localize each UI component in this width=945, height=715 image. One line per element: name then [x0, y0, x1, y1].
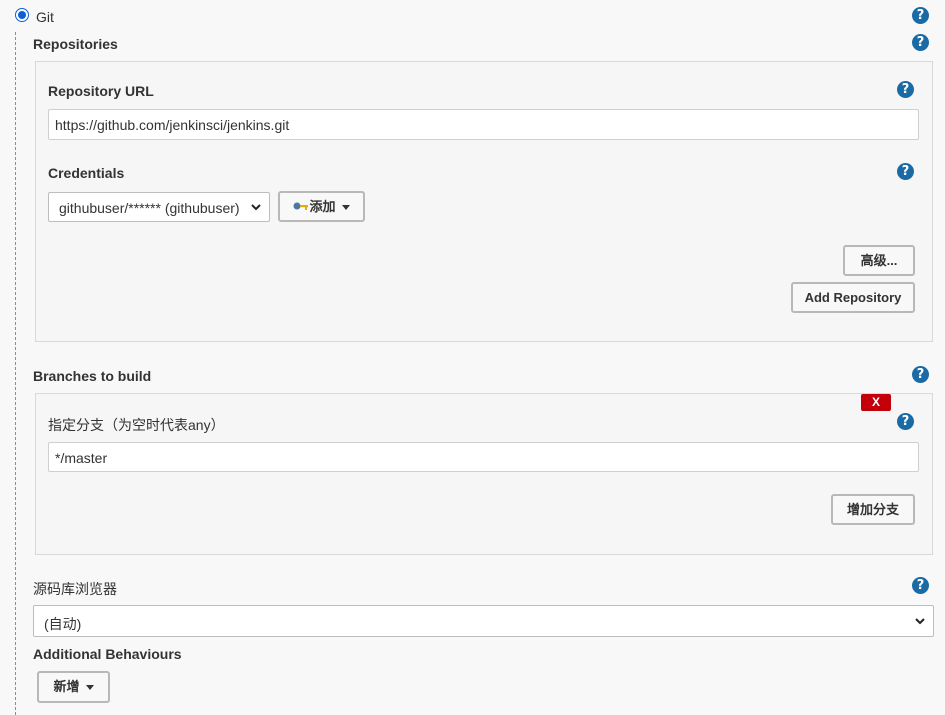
advanced-button[interactable]: 高级... [843, 245, 915, 276]
delete-branch-button[interactable]: X [861, 394, 891, 411]
git-radio-dot [18, 11, 26, 19]
help-icon-git[interactable]: ? [912, 7, 929, 24]
help-icon-credentials[interactable]: ? [897, 163, 914, 180]
help-icon-repositories[interactable]: ? [912, 34, 929, 51]
repository-url-value: https://github.com/jenkinsci/jenkins.git [55, 117, 290, 133]
repository-browser-select[interactable]: (自动) [33, 605, 934, 637]
branch-specifier-value: */master [55, 450, 108, 466]
add-repository-button[interactable]: Add Repository [791, 282, 915, 313]
chevron-down-icon [251, 204, 261, 211]
credentials-value: githubuser/****** (githubuser) [59, 200, 240, 216]
help-icon-repository-browser[interactable]: ? [912, 577, 929, 594]
credentials-select[interactable]: githubuser/****** (githubuser) [48, 192, 270, 222]
help-icon-repository-url[interactable]: ? [897, 81, 914, 98]
key-icon [293, 202, 309, 211]
add-behaviour-button[interactable]: 新增 [37, 671, 110, 703]
caret-down-icon [85, 685, 94, 691]
branch-specifier-input[interactable]: */master [48, 442, 919, 472]
credentials-label: Credentials [48, 165, 125, 181]
add-branch-label: 增加分支 [846, 502, 899, 517]
add-credentials-button[interactable]: 添加 [278, 191, 365, 222]
repositories-label: Repositories [33, 36, 118, 52]
git-radio[interactable] [15, 8, 29, 22]
repository-browser-value: (自动) [44, 616, 82, 632]
add-behaviour-label: 新增 [53, 679, 80, 694]
add-branch-button[interactable]: 增加分支 [831, 494, 915, 525]
branch-specifier-label: 指定分支（为空时代表any） [48, 417, 225, 433]
add-credentials-label: 添加 [309, 199, 336, 214]
nested-guide-line [15, 32, 16, 715]
chevron-down-icon [915, 618, 925, 625]
repository-url-input[interactable]: https://github.com/jenkinsci/jenkins.git [48, 109, 919, 140]
advanced-label: 高级... [860, 253, 898, 268]
additional-behaviours-label: Additional Behaviours [33, 646, 182, 662]
help-icon-branch-specifier[interactable]: ? [897, 413, 914, 430]
repository-url-label: Repository URL [48, 83, 154, 99]
branches-label: Branches to build [33, 368, 152, 384]
add-repository-label: Add Repository [804, 290, 902, 305]
help-icon-branches[interactable]: ? [912, 366, 929, 383]
delete-branch-label: X [871, 395, 880, 409]
git-label: Git [36, 9, 54, 25]
caret-down-icon [341, 205, 350, 211]
repository-browser-label: 源码库浏览器 [33, 581, 117, 597]
